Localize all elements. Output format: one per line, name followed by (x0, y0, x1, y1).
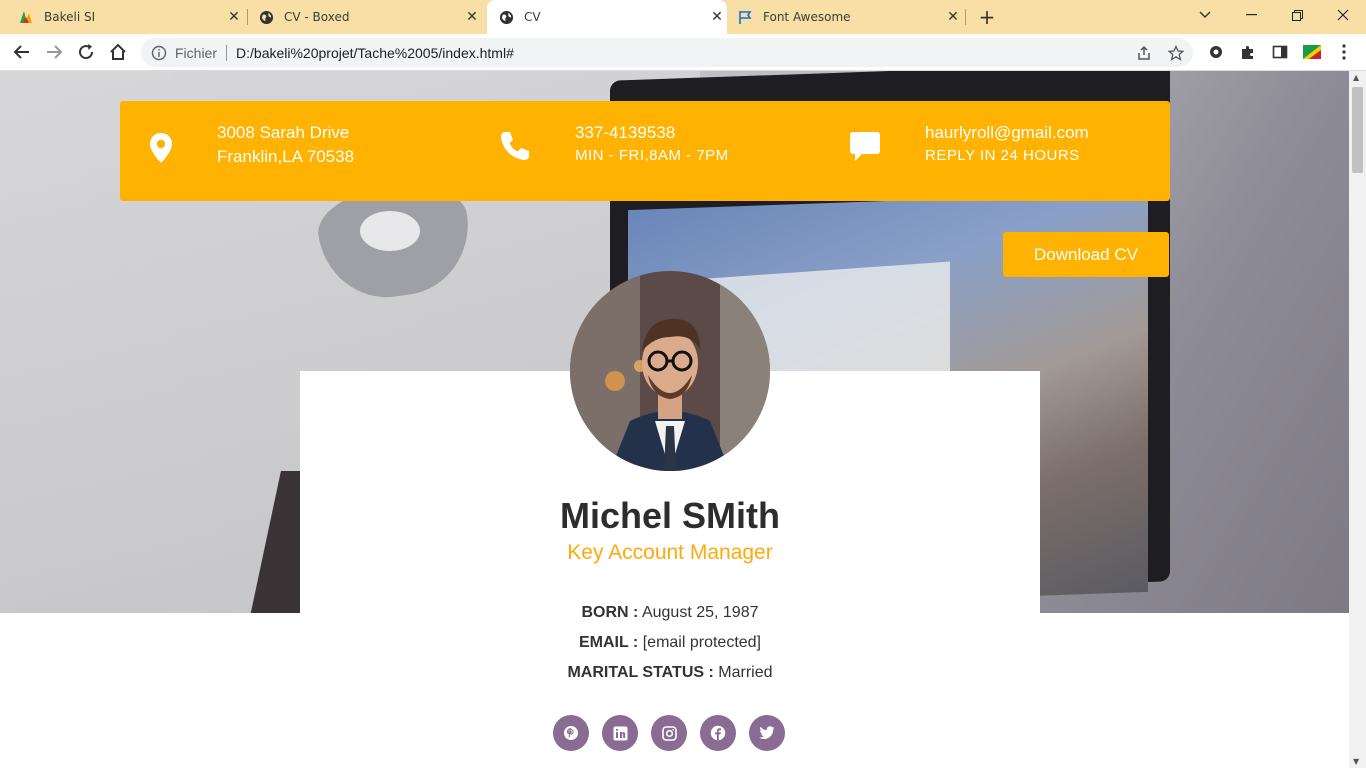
bakeli-favicon-icon (18, 9, 34, 25)
social-links (553, 715, 785, 751)
scroll-up-arrow-icon[interactable]: ▲ (1353, 73, 1359, 82)
puzzle-icon (1242, 45, 1253, 59)
lamp-bulb (360, 211, 420, 251)
phone-icon (498, 129, 532, 163)
office-hours: MIN - FRI,8AM - 7PM (575, 147, 729, 164)
minimize-icon (1245, 14, 1257, 16)
map-marker-icon (148, 131, 174, 165)
reload-icon (79, 44, 94, 60)
instagram-icon (661, 725, 677, 741)
tab-cv-boxed[interactable]: CV - Boxed ✕ (258, 0, 482, 34)
instagram-link[interactable] (651, 715, 687, 751)
email-row: EMAIL : [email protected] (300, 634, 1040, 652)
born-row: BORN : August 25, 1987 (300, 604, 1040, 622)
address-line2: Franklin,LA 70538 (217, 147, 355, 166)
contact-bar: 3008 Sarah Drive Franklin,LA 70538 337-4… (120, 101, 1170, 201)
marital-row: MARITAL STATUS : Married (300, 664, 1040, 682)
tab-title: CV - Boxed (284, 10, 350, 24)
close-icon[interactable]: ✕ (707, 7, 727, 27)
more-vertical-icon (1342, 44, 1346, 60)
scroll-down-arrow-icon[interactable]: ▼ (1353, 757, 1359, 766)
tab-title: Font Awesome (763, 10, 851, 24)
url-text[interactable]: D:/bakeli%20projet/Tache%2005/index.html… (236, 45, 514, 61)
chevron-down-icon (1199, 11, 1211, 18)
new-tab-button[interactable]: + (976, 5, 998, 29)
page-scrollbar[interactable]: ▲ ▼ (1349, 71, 1366, 768)
side-panel-icon (1272, 45, 1288, 59)
minimize-button[interactable] (1228, 0, 1274, 30)
tab-font-awesome[interactable]: Font Awesome ✕ (737, 0, 963, 34)
pinterest-link[interactable] (553, 715, 589, 751)
linkedin-icon (613, 726, 627, 740)
forward-arrow-icon (47, 45, 63, 59)
marital-label: MARITAL STATUS : (567, 664, 714, 681)
globe-icon (258, 9, 274, 25)
tab-separator (247, 9, 248, 25)
linkedin-link[interactable] (602, 715, 638, 751)
browser-toolbar: Fichier D:/bakeli%20projet/Tache%2005/in… (0, 34, 1366, 71)
download-cv-button[interactable]: Download CV (1003, 232, 1169, 277)
profile-name: Michel SMith (559, 495, 780, 536)
twitter-icon (759, 726, 775, 739)
marital-value: Married (718, 664, 773, 681)
extension-button[interactable] (1204, 40, 1228, 64)
close-icon (1337, 9, 1349, 21)
close-icon[interactable]: ✕ (462, 7, 482, 27)
browser-menu-button[interactable] (1332, 40, 1356, 64)
facebook-icon (710, 725, 726, 741)
restore-icon (1291, 9, 1303, 21)
scroll-thumb[interactable] (1352, 87, 1363, 173)
tab-title: Bakeli SI (44, 10, 96, 24)
close-icon[interactable]: ✕ (943, 7, 963, 27)
facebook-link[interactable] (700, 715, 736, 751)
chat-bubble-icon (848, 129, 882, 163)
restore-button[interactable] (1274, 0, 1320, 30)
flag-avatar-icon (1303, 45, 1321, 59)
profile-button[interactable] (1300, 40, 1324, 64)
email-address[interactable]: haurlyroll@gmail.com (925, 123, 1089, 143)
home-icon (110, 43, 126, 60)
pinterest-icon (564, 726, 578, 740)
tab-separator (965, 9, 966, 25)
close-icon[interactable]: ✕ (224, 7, 244, 27)
reply-time: REPLY IN 24 HOURS (925, 147, 1080, 164)
email-label: EMAIL : (579, 634, 639, 651)
phone-number: 337-4139538 (575, 123, 676, 142)
info-icon[interactable] (151, 45, 167, 61)
share-icon[interactable] (1135, 44, 1153, 62)
tab-bakeli[interactable]: Bakeli SI ✕ (18, 0, 244, 34)
home-button[interactable] (106, 40, 130, 64)
file-scheme-label: Fichier (175, 44, 218, 61)
side-panel-button[interactable] (1268, 40, 1292, 64)
extension-icon (1210, 46, 1222, 58)
forward-button[interactable] (42, 40, 66, 64)
back-button[interactable] (10, 40, 34, 64)
back-arrow-icon (13, 45, 29, 59)
email-value[interactable]: [email protected] (643, 634, 761, 651)
omnibox-divider (226, 44, 228, 61)
bookmark-star-icon[interactable] (1167, 44, 1185, 62)
tab-cv[interactable]: CV ✕ (487, 0, 727, 34)
reload-button[interactable] (74, 40, 98, 64)
extensions-button[interactable] (1236, 40, 1260, 64)
address-line1: 3008 Sarah Drive (217, 123, 350, 142)
born-value: August 25, 1987 (641, 604, 759, 621)
address-bar[interactable]: Fichier D:/bakeli%20projet/Tache%2005/in… (141, 38, 1193, 67)
tab-search-button[interactable] (1182, 0, 1228, 30)
close-window-button[interactable] (1320, 0, 1366, 30)
globe-icon (498, 9, 514, 25)
browser-tab-strip: Bakeli SI ✕ CV - Boxed ✕ CV ✕ Font Aweso… (0, 0, 1366, 34)
flag-icon (737, 9, 753, 25)
born-label: BORN : (581, 604, 639, 621)
tab-title: CV (524, 10, 541, 24)
page-viewport: 3008 Sarah Drive Franklin,LA 70538 337-4… (0, 71, 1349, 768)
twitter-link[interactable] (749, 715, 785, 751)
profile-avatar (570, 271, 770, 471)
profile-role: Key Account Manager (567, 541, 773, 564)
